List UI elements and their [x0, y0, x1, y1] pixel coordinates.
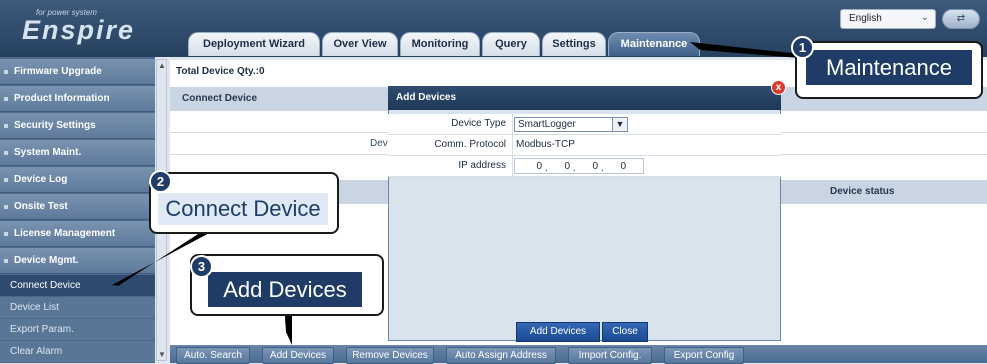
ip-segment-2[interactable]: 0: [550, 161, 570, 172]
ip-dot: .: [545, 163, 548, 174]
sidebar-item-system-maint[interactable]: System Maint.: [0, 140, 155, 166]
ip-dot: .: [601, 163, 604, 174]
sidebar-item-device-log[interactable]: Device Log: [0, 167, 155, 193]
col-device-status: Device status: [830, 186, 895, 197]
ip-segment-4[interactable]: 0: [606, 161, 626, 172]
add-devices-button[interactable]: Add Devices: [262, 347, 334, 364]
row-partial-text: Dev: [370, 138, 388, 149]
callout-maintenance-text: Maintenance: [806, 50, 972, 85]
sidebar-item-label: License Management: [14, 228, 116, 239]
sidebar: Firmware Upgrade Product Information Sec…: [0, 57, 155, 363]
sidebar-item-device-mgmt[interactable]: Device Mgmt.: [0, 248, 155, 274]
sidebar-item-label: System Maint.: [14, 147, 82, 158]
sidebar-item-security-settings[interactable]: Security Settings: [0, 113, 155, 139]
device-type-value: SmartLogger: [518, 119, 576, 130]
import-config-button[interactable]: Import Config.: [568, 347, 652, 364]
tab-maintenance[interactable]: Maintenance: [608, 32, 700, 56]
language-select[interactable]: English ⌄: [840, 9, 936, 29]
callout-badge-1: 1: [791, 36, 814, 59]
close-icon[interactable]: x: [771, 80, 786, 95]
ip-address-label: IP address: [458, 160, 506, 171]
sidebar-item-product-information[interactable]: Product Information: [0, 86, 155, 112]
sidebar-item-license-management[interactable]: License Management: [0, 221, 155, 247]
enspire-logo: for power system Enspire: [14, 6, 154, 50]
sidebar-subitem-connect-device[interactable]: Connect Device: [0, 275, 155, 297]
language-value: English: [849, 13, 882, 24]
tab-deployment-wizard[interactable]: Deployment Wizard: [188, 32, 320, 56]
auto-assign-address-button[interactable]: Auto Assign Address: [446, 347, 556, 364]
tab-monitoring[interactable]: Monitoring: [400, 32, 480, 56]
scroll-down-icon[interactable]: ▼: [158, 350, 166, 359]
callout-badge-2: 2: [149, 170, 172, 193]
sidebar-subitem-clear-alarm[interactable]: Clear Alarm: [0, 341, 155, 363]
callout-badge-3: 3: [190, 255, 213, 278]
tab-query[interactable]: Query: [482, 32, 540, 56]
sidebar-item-label: Security Settings: [14, 120, 96, 131]
callout-connect-device-text: Connect Device: [158, 193, 328, 225]
ip-dot: .: [573, 163, 576, 174]
sidebar-item-label: Device Log: [14, 174, 68, 185]
remove-devices-button[interactable]: Remove Devices: [346, 347, 434, 364]
tab-over-view[interactable]: Over View: [322, 32, 398, 56]
dialog-close-button[interactable]: Close: [602, 322, 648, 342]
sidebar-item-label: Device Mgmt.: [14, 255, 79, 266]
device-type-label: Device Type: [451, 118, 506, 129]
comm-protocol-row: Comm. Protocol Modbus-TCP: [388, 135, 781, 156]
language-switch-icon[interactable]: ⇄: [942, 9, 980, 29]
total-device-qty: Total Device Qty.:0: [176, 66, 265, 77]
bottom-toolbar: Auto. Search Add Devices Remove Devices …: [170, 345, 987, 364]
ip-segment-3[interactable]: 0: [578, 161, 598, 172]
device-type-select[interactable]: SmartLogger ▼: [514, 117, 628, 132]
export-config-button[interactable]: Export Config: [664, 347, 744, 364]
sidebar-item-label: Firmware Upgrade: [14, 66, 102, 77]
scroll-up-icon[interactable]: ▲: [158, 61, 166, 70]
chevron-down-icon: ▼: [612, 118, 627, 131]
ip-segment-1[interactable]: 0: [522, 161, 542, 172]
sidebar-subitem-device-list[interactable]: Device List: [0, 297, 155, 319]
dialog-title: Add Devices: [388, 86, 781, 110]
chevron-down-icon: ⌄: [920, 12, 929, 23]
sidebar-item-label: Onsite Test: [14, 201, 68, 212]
comm-protocol-label: Comm. Protocol: [434, 139, 506, 150]
sidebar-item-firmware-upgrade[interactable]: Firmware Upgrade: [0, 59, 155, 85]
sidebar-item-label: Product Information: [14, 93, 110, 104]
tab-settings[interactable]: Settings: [542, 32, 606, 56]
connect-device-title: Connect Device: [182, 93, 258, 104]
callout-add-devices-text: Add Devices: [208, 272, 362, 307]
auto-search-button[interactable]: Auto. Search: [176, 347, 250, 364]
logo-wordmark: Enspire: [22, 15, 136, 45]
sidebar-subitem-export-param[interactable]: Export Param.: [0, 319, 155, 341]
dialog-add-devices-button[interactable]: Add Devices: [516, 322, 600, 342]
sidebar-item-onsite-test[interactable]: Onsite Test: [0, 194, 155, 220]
comm-protocol-value: Modbus-TCP: [516, 139, 575, 150]
